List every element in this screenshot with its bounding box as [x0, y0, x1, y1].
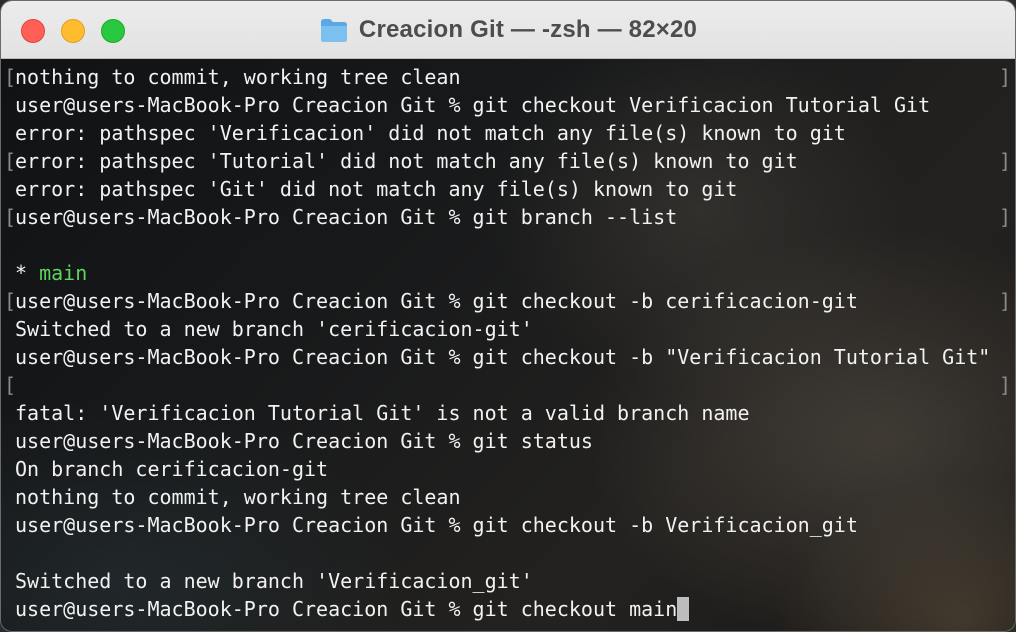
title-bar[interactable]: Creacion Git — -zsh — 82×20	[1, 1, 1015, 59]
terminal-line: nothing to commit, working tree clean	[15, 65, 461, 89]
terminal-line: Switched to a new branch 'Verificacion_g…	[15, 569, 533, 593]
terminal-line: error: pathspec 'Tutorial' did not match…	[15, 149, 798, 173]
current-command: user@users-MacBook-Pro Creacion Git % gi…	[15, 597, 678, 621]
terminal-line: error: pathspec 'Git' did not match any …	[15, 177, 738, 201]
selection-bracket-left: [	[4, 373, 17, 397]
text-cursor	[677, 597, 690, 621]
selection-bracket-right: ]	[999, 149, 1012, 173]
terminal-line: nothing to commit, working tree clean	[15, 485, 461, 509]
terminal-line: Switched to a new branch 'cerificacion-g…	[15, 317, 533, 341]
window-title-group: Creacion Git — -zsh — 82×20	[1, 1, 1015, 59]
terminal-prompt-line[interactable]: user@users-MacBook-Pro Creacion Git % gi…	[15, 595, 690, 623]
terminal-content[interactable]: [ ] [ ] [ ] [ ] [ ] nothing to commit, w…	[1, 59, 1015, 631]
branch-marker: *	[15, 261, 40, 285]
window-title: Creacion Git — -zsh — 82×20	[358, 16, 698, 43]
terminal-line: user@users-MacBook-Pro Creacion Git % gi…	[15, 345, 991, 369]
selection-bracket-right: ]	[999, 65, 1012, 89]
selection-bracket-right: ]	[999, 373, 1012, 397]
terminal-line: user@users-MacBook-Pro Creacion Git % gi…	[15, 205, 678, 229]
terminal-line-branch: * main	[15, 259, 87, 287]
terminal-line: user@users-MacBook-Pro Creacion Git % gi…	[15, 93, 931, 117]
terminal-line: user@users-MacBook-Pro Creacion Git % gi…	[15, 289, 858, 313]
terminal-window: Creacion Git — -zsh — 82×20 [ ] [ ] [ ] …	[0, 0, 1016, 632]
terminal-line: user@users-MacBook-Pro Creacion Git % gi…	[15, 513, 858, 537]
terminal-line: user@users-MacBook-Pro Creacion Git % gi…	[15, 429, 593, 453]
terminal-line: fatal: 'Verificacion Tutorial Git' is no…	[15, 401, 750, 425]
current-branch-name: main	[39, 261, 88, 285]
folder-icon	[320, 19, 347, 42]
selection-bracket-right: ]	[999, 289, 1012, 313]
terminal-line: error: pathspec 'Verificacion' did not m…	[15, 121, 846, 145]
selection-bracket-right: ]	[999, 205, 1012, 229]
terminal-line: On branch cerificacion-git	[15, 457, 329, 481]
